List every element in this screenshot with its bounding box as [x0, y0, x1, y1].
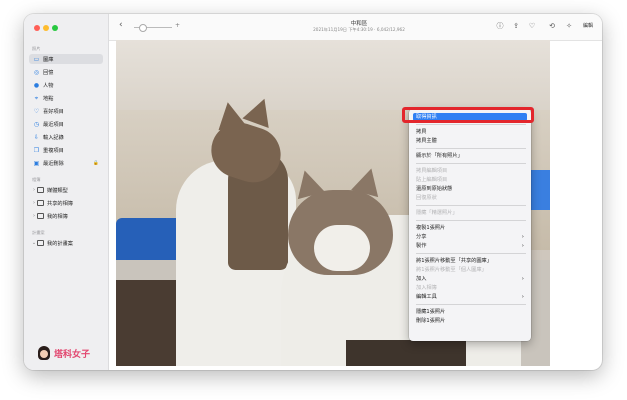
avatar-icon [38, 346, 50, 360]
share-icon[interactable]: ⇪ [511, 21, 521, 31]
menu-item-share[interactable]: 分享 › [413, 233, 527, 241]
sidebar-item-recents[interactable]: ◷ 最近項目 [29, 119, 103, 129]
sidebar-item-my-albums[interactable]: › 我的相簿 [29, 211, 103, 221]
sidebar-item-label: 我的相簿 [47, 213, 68, 220]
import-icon: ⇩ [33, 133, 40, 141]
heart-icon: ♡ [33, 107, 40, 115]
magic-wand-icon[interactable]: ✧ [564, 21, 574, 31]
sidebar-section-projects: 計畫案 [32, 230, 45, 235]
watermark-logo: 塔科女子 [38, 346, 90, 360]
menu-item-copy[interactable]: 拷貝 [413, 128, 527, 136]
folder-icon [37, 213, 44, 219]
menu-item-revert: 回復原狀 [416, 195, 437, 201]
menu-item-move-to-shared-library[interactable]: 將1張照片移動至「共享的圖庫」 [413, 257, 527, 265]
sidebar-item-label: 回憶 [43, 69, 54, 76]
menu-item-copy-edits: 拷貝編輯項目 [416, 168, 448, 174]
folder-icon [37, 240, 44, 246]
people-icon: ● [33, 81, 40, 89]
sidebar-item-library[interactable]: ▭ 圖庫 [29, 54, 103, 64]
annotation-highlight-box [402, 107, 534, 123]
chevron-right-icon: › [521, 294, 524, 300]
lock-icon: 🔒 [93, 160, 99, 166]
menu-item-revert-to-original[interactable]: 還原到原始狀態 [413, 185, 527, 193]
duplicates-icon: ❐ [33, 146, 40, 154]
memories-icon: ◎ [33, 68, 40, 76]
edit-button[interactable]: 編輯 [583, 22, 593, 29]
minimize-window-button[interactable] [43, 25, 49, 31]
menu-item-create[interactable]: 製作 › [413, 242, 527, 250]
clock-icon: ◷ [33, 120, 40, 128]
sidebar-item-my-projects[interactable]: ⌄ 我的計畫案 [29, 238, 103, 248]
zoom-slider-knob[interactable] [139, 24, 147, 32]
sidebar-item-label: 最近項目 [43, 121, 64, 128]
menu-item-move-to-personal-library: 將1張照片移動至「個人圖庫」 [416, 267, 487, 273]
sidebar-item-label: 喜好項目 [43, 108, 64, 115]
close-window-button[interactable] [34, 25, 40, 31]
sidebar-item-label: 媒體類型 [47, 187, 68, 194]
places-icon: ⌖ [34, 94, 39, 102]
folder-icon [37, 200, 44, 206]
menu-item-add-to[interactable]: 加入 › [413, 275, 527, 283]
photos-icon: ▭ [33, 55, 40, 63]
menu-item-hide-featured: 隱藏「精選照片」 [416, 210, 458, 216]
menu-item-edit-with[interactable]: 編輯工具 › [413, 293, 527, 301]
folder-icon [37, 187, 44, 193]
menu-item-paste-edits: 貼上編輯項目 [416, 177, 448, 183]
chevron-left-icon[interactable]: ‹ [119, 20, 123, 30]
sidebar-item-media-types[interactable]: › 媒體類型 [29, 185, 103, 195]
sidebar-item-places[interactable]: ⌖ 地點 [29, 93, 103, 103]
sidebar-item-label: 輸入記錄 [43, 134, 64, 141]
sidebar-section-albums: 相簿 [32, 177, 41, 182]
chevron-right-icon: › [521, 243, 524, 249]
sidebar-item-label: 我的計畫案 [47, 240, 73, 247]
info-icon[interactable]: ⓘ [495, 21, 505, 31]
heart-icon[interactable]: ♡ [527, 21, 537, 31]
sidebar-item-people[interactable]: ● 人物 [29, 80, 103, 90]
menu-item-add-to-album: 加入相簿 [416, 285, 437, 291]
sidebar-item-favorites[interactable]: ♡ 喜好項目 [29, 106, 103, 116]
context-menu: 取得資訊 拷貝 拷貝主體 顯示於「所有照片」 拷貝編輯項目 貼上編輯項目 還原到… [409, 109, 531, 341]
sidebar-item-label: 共享的相簿 [47, 200, 73, 207]
logo-text: 塔科女子 [54, 349, 91, 360]
sidebar-item-label: 地點 [43, 95, 54, 102]
window-title: 中和區 [350, 21, 368, 27]
sidebar-item-duplicates[interactable]: ❐ 重複項目 [29, 145, 103, 155]
trash-icon: ▣ [33, 159, 40, 167]
window-subtitle: 2021年11月19日 下午4:30:19 · 6,042/12,962 [313, 27, 405, 32]
sidebar-item-label: 圖庫 [43, 56, 54, 63]
menu-item-hide-photo[interactable]: 隱藏1張照片 [413, 308, 527, 316]
sidebar-item-recently-deleted[interactable]: ▣ 最近刪除 🔒 [29, 158, 103, 168]
sidebar-item-imports[interactable]: ⇩ 輸入記錄 [29, 132, 103, 142]
sidebar-item-label: 重複項目 [43, 147, 64, 154]
menu-item-delete-photo[interactable]: 刪除1張照片 [413, 317, 527, 325]
sidebar-item-label: 人物 [43, 82, 54, 89]
menu-item-show-in-all-photos[interactable]: 顯示於「所有照片」 [413, 152, 527, 160]
sidebar-item-label: 最近刪除 [43, 160, 64, 167]
zoom-window-button[interactable] [52, 25, 58, 31]
zoom-in-icon[interactable]: + [175, 22, 180, 29]
sidebar-item-memories[interactable]: ◎ 回憶 [29, 67, 103, 77]
menu-item-copy-subject[interactable]: 拷貝主體 [413, 137, 527, 145]
menu-item-duplicate-photo[interactable]: 複製1張照片 [413, 224, 527, 232]
sidebar-section-photos: 照片 [32, 46, 41, 51]
toolbar: ‹ + 中和區 2021年11月19日 下午4:30:19 · 6,042/12… [109, 14, 602, 41]
rotate-icon[interactable]: ⟲ [547, 21, 557, 31]
sidebar: 照片 ▭ 圖庫 ◎ 回憶 ● 人物 ⌖ 地點 ♡ 喜好項目 ◷ 最近項目 ⇩ 輸… [24, 14, 109, 370]
sidebar-item-shared-albums[interactable]: › 共享的相簿 [29, 198, 103, 208]
chevron-right-icon: › [521, 234, 524, 240]
chevron-right-icon: › [521, 276, 524, 282]
